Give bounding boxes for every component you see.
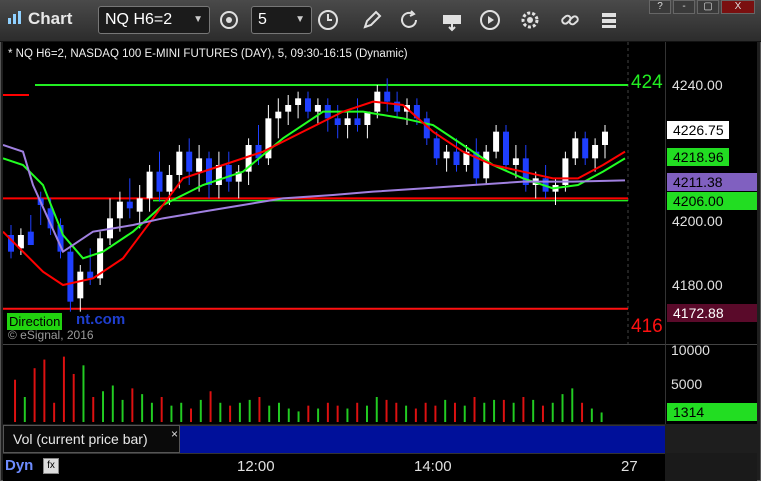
green-line-label: 424 bbox=[631, 72, 663, 93]
candles bbox=[8, 78, 608, 312]
candle-body bbox=[186, 151, 193, 172]
candle-body bbox=[512, 158, 519, 165]
time-tick: 12:00 bbox=[237, 458, 275, 475]
refresh-icon[interactable] bbox=[397, 8, 421, 32]
interval-value: 5 bbox=[258, 11, 267, 28]
candle-body bbox=[344, 118, 351, 125]
gear-icon[interactable] bbox=[518, 8, 542, 32]
candle-body bbox=[503, 131, 509, 165]
time-tick: 27 bbox=[621, 458, 638, 475]
window-title: Chart bbox=[28, 9, 73, 28]
purple-ma-tag: 4211.38 bbox=[667, 173, 757, 191]
candle-body bbox=[334, 118, 341, 125]
candle-body bbox=[166, 175, 173, 192]
dynamic-label[interactable]: Dyn bbox=[5, 457, 33, 474]
candle-body bbox=[493, 131, 500, 152]
copyright: © eSignal, 2016 bbox=[8, 328, 94, 342]
chart-header: * NQ H6=2, NASDAQ 100 E-MINI FUTURES (DA… bbox=[8, 48, 408, 60]
candle-body bbox=[126, 201, 133, 209]
time-axis-corner bbox=[665, 453, 757, 481]
red-ma-line bbox=[3, 100, 626, 287]
red-line-tag: 4172.88 bbox=[667, 304, 757, 322]
price-tick: 4200.00 bbox=[672, 213, 723, 229]
price-tick: 4240.00 bbox=[672, 77, 723, 93]
interval-selector[interactable]: 5 ▼ bbox=[251, 6, 312, 34]
volume-tick: 10000 bbox=[671, 342, 710, 358]
close-button[interactable]: X bbox=[721, 0, 755, 14]
candle-body bbox=[295, 98, 302, 105]
candle-body bbox=[305, 98, 311, 112]
symbol-value: NQ H6=2 bbox=[105, 11, 173, 28]
minimize-button[interactable]: - bbox=[673, 0, 695, 14]
price-plot[interactable] bbox=[3, 42, 665, 344]
current-volume-tag: 1314 bbox=[667, 403, 757, 421]
candle-body bbox=[285, 105, 292, 112]
time-tick: 14:00 bbox=[414, 458, 452, 475]
candle-body bbox=[77, 271, 84, 299]
candle-body bbox=[314, 105, 321, 112]
watermark-right: nt.com bbox=[76, 311, 126, 328]
price-tick: 4180.00 bbox=[672, 277, 723, 293]
chart-app-icon bbox=[8, 11, 21, 24]
gear-refresh-icon[interactable] bbox=[217, 8, 241, 32]
candle-body bbox=[196, 158, 203, 172]
candle-body bbox=[483, 151, 490, 179]
volume-plot[interactable] bbox=[3, 344, 665, 424]
candle-body bbox=[275, 111, 282, 119]
clock-icon[interactable] bbox=[316, 8, 340, 32]
candle-body bbox=[87, 271, 94, 279]
get-data-icon[interactable] bbox=[440, 8, 464, 32]
moving-averages bbox=[3, 100, 626, 287]
candle-body bbox=[354, 118, 361, 125]
stack-icon[interactable] bbox=[597, 8, 621, 32]
chevron-down-icon: ▼ bbox=[193, 14, 203, 25]
candle-body bbox=[453, 151, 460, 165]
volume-bars bbox=[14, 356, 603, 423]
volume-tick: 5000 bbox=[671, 376, 703, 392]
link-icon[interactable] bbox=[558, 8, 582, 32]
candle-body bbox=[136, 198, 143, 212]
candle-body bbox=[225, 165, 232, 182]
candle-body bbox=[582, 138, 589, 159]
candle-body bbox=[156, 171, 163, 192]
candle-body bbox=[572, 138, 579, 159]
chevron-down-icon: ▼ bbox=[295, 14, 305, 25]
candle-body bbox=[433, 138, 440, 159]
toolbar: Chart NQ H6=2 ▼ 5 ▼ ? - ▢ X bbox=[0, 0, 761, 42]
candle-body bbox=[146, 171, 153, 199]
last-price-tag: 4226.75 bbox=[667, 121, 729, 139]
close-study-icon[interactable]: × bbox=[171, 427, 178, 441]
candle-body bbox=[592, 145, 599, 159]
candle-body bbox=[116, 201, 123, 219]
green-line-tag: 4206.00 bbox=[667, 192, 757, 210]
restore-button[interactable]: ▢ bbox=[697, 0, 719, 14]
candle-body bbox=[67, 251, 74, 302]
time-axis[interactable] bbox=[3, 453, 665, 481]
candle-body bbox=[602, 131, 608, 145]
red-line-label: 416 bbox=[631, 316, 663, 337]
help-button[interactable]: ? bbox=[649, 0, 671, 14]
candle-body bbox=[206, 158, 212, 185]
pencil-icon[interactable] bbox=[360, 8, 384, 32]
candle-body bbox=[176, 151, 183, 175]
green-ma-tag: 4218.96 bbox=[667, 148, 729, 166]
play-icon[interactable] bbox=[478, 8, 502, 32]
candle-body bbox=[384, 91, 391, 102]
symbol-selector[interactable]: NQ H6=2 ▼ bbox=[98, 6, 210, 34]
candle-body bbox=[443, 151, 450, 159]
volume-study-label[interactable]: Vol (current price bar) bbox=[3, 425, 180, 453]
candle-body bbox=[27, 231, 34, 245]
fx-icon[interactable]: fx bbox=[43, 458, 59, 474]
green-ma-line bbox=[3, 110, 626, 260]
